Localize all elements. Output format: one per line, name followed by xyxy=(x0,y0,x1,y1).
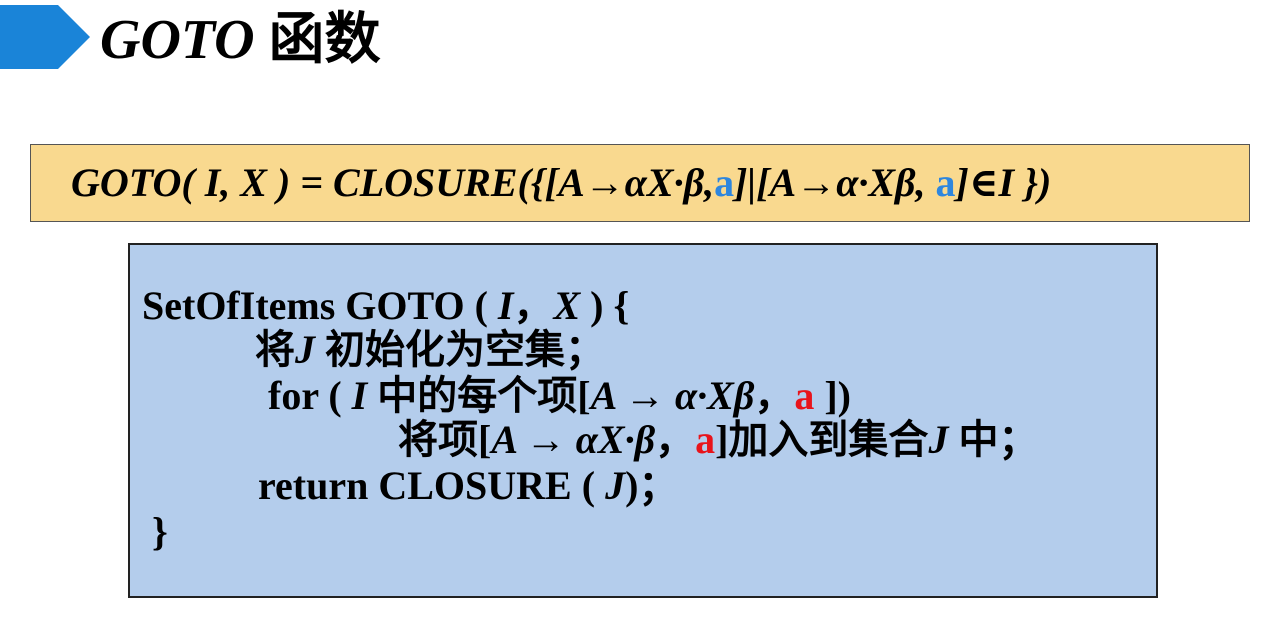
code-return: return CLOSURE ( xyxy=(258,463,596,508)
code-line-3: for ( I 中的每个项[A → α·Xβ，a ]) xyxy=(268,373,851,419)
code-lookahead-a: a xyxy=(695,417,716,462)
code-for-keyword: for ( xyxy=(268,373,342,418)
code-line-6: } xyxy=(152,509,168,555)
code-text: ]加入到集合 xyxy=(715,417,929,462)
code-open-brace: ) { xyxy=(590,283,630,328)
code-var-j: J xyxy=(295,327,315,372)
formula-box: GOTO( I, X ) = CLOSURE({[A→αX·β,a]|[A→α·… xyxy=(30,144,1250,222)
formula-middle: ]|[A→α·Xβ, xyxy=(734,160,936,205)
code-text: 中； xyxy=(948,417,1039,462)
code-item: A → α·Xβ xyxy=(590,373,755,418)
code-line-1: SetOfItems GOTO ( I，X ) { xyxy=(142,283,629,329)
code-text: 中的每个项[ xyxy=(367,373,591,418)
code-text: ]) xyxy=(814,373,851,418)
code-text: 初始化为空集； xyxy=(315,327,605,372)
code-comma: ， xyxy=(754,373,795,418)
code-param-x: X xyxy=(553,283,581,328)
code-comma: ， xyxy=(513,283,554,328)
goto-formula: GOTO( I, X ) = CLOSURE({[A→αX·β,a]|[A→α·… xyxy=(71,159,1051,207)
code-close-brace: } xyxy=(152,509,168,554)
code-comma: ， xyxy=(655,417,696,462)
code-param-i: I xyxy=(497,283,514,328)
code-line-4: 将项[A → αX·β，a]加入到集合J 中； xyxy=(398,417,1038,463)
formula-lookahead-a-2: a xyxy=(935,160,956,205)
code-var-j: J xyxy=(928,417,949,462)
code-item: A → αX·β xyxy=(491,417,656,462)
code-line-2: 将J 初始化为空集； xyxy=(255,327,605,373)
formula-rhs: ]∈I }) xyxy=(955,160,1052,205)
formula-lhs: GOTO( I, X ) = CLOSURE({[A→αX·β, xyxy=(71,160,715,205)
chevron-arrow-icon xyxy=(0,5,90,69)
code-text: 将 xyxy=(255,327,295,372)
pseudocode-box: SetOfItems GOTO ( I，X ) { 将J 初始化为空集； for… xyxy=(128,243,1158,598)
code-text: )； xyxy=(625,463,679,508)
code-var-j: J xyxy=(605,463,626,508)
code-lookahead-a: a xyxy=(794,373,815,418)
code-text: 将项[ xyxy=(398,417,492,462)
code-var-i: I xyxy=(351,373,368,418)
code-signature: SetOfItems GOTO ( xyxy=(142,283,488,328)
slide-title: GOTO 函数 xyxy=(100,8,381,72)
title-goto: GOTO xyxy=(100,9,255,71)
formula-lookahead-a-1: a xyxy=(714,160,735,205)
code-line-5: return CLOSURE ( J)； xyxy=(258,463,678,509)
title-function-word: 函数 xyxy=(268,9,381,71)
